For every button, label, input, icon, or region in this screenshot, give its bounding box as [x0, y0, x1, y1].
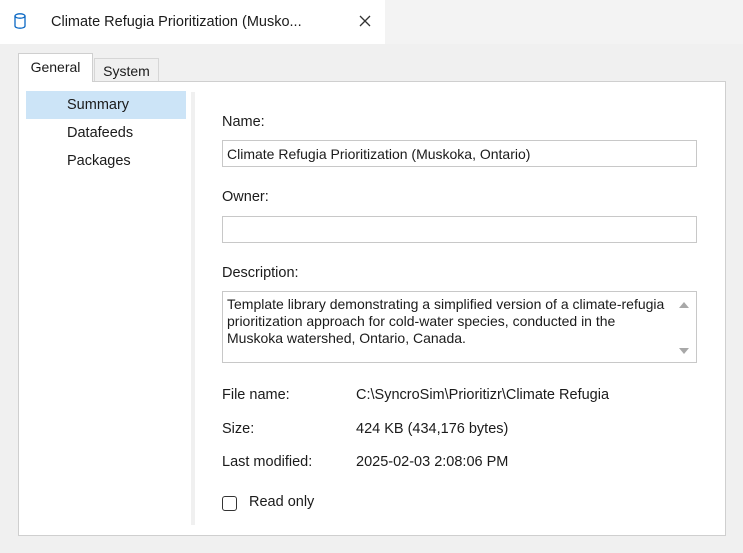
read-only-checkbox[interactable] — [222, 496, 237, 511]
size-label: Size: — [222, 421, 255, 437]
tab-general[interactable]: General — [18, 53, 93, 82]
size-value: 424 KB (434,176 bytes) — [356, 421, 509, 437]
description-textarea[interactable]: Template library demonstrating a simplif… — [222, 291, 697, 363]
nav-item-packages[interactable]: Packages — [26, 147, 186, 175]
document-tab[interactable]: Climate Refugia Prioritization (Musko... — [0, 0, 386, 44]
close-icon[interactable] — [358, 14, 372, 28]
scroll-up-icon[interactable] — [678, 301, 690, 309]
read-only-label[interactable]: Read only — [249, 494, 314, 510]
nav-list: Summary Datafeeds Packages — [26, 91, 186, 175]
tab-system[interactable]: System — [94, 58, 159, 82]
properties-content: General System Summary Datafeeds Package… — [0, 44, 743, 553]
name-label: Name: — [222, 114, 265, 130]
last-modified-label: Last modified: — [222, 454, 313, 470]
file-name-value: C:\SyncroSim\Prioritizr\Climate Refugia — [356, 387, 610, 403]
database-icon — [14, 13, 26, 29]
scroll-down-icon[interactable] — [678, 347, 690, 355]
owner-input[interactable] — [222, 216, 697, 243]
name-input[interactable] — [222, 140, 697, 167]
last-modified-value: 2025-02-03 2:08:06 PM — [356, 454, 509, 470]
description-text: Template library demonstrating a simplif… — [227, 296, 665, 346]
file-name-label: File name: — [222, 387, 290, 403]
general-tab-panel: Summary Datafeeds Packages Name: Owner: … — [18, 81, 726, 536]
description-label: Description: — [222, 265, 299, 281]
splitter[interactable] — [191, 92, 195, 525]
nav-item-summary[interactable]: Summary — [26, 91, 186, 119]
nav-item-datafeeds[interactable]: Datafeeds — [26, 119, 186, 147]
owner-label: Owner: — [222, 189, 269, 205]
document-title: Climate Refugia Prioritization (Musko... — [51, 14, 302, 30]
tab-strip — [385, 0, 743, 45]
